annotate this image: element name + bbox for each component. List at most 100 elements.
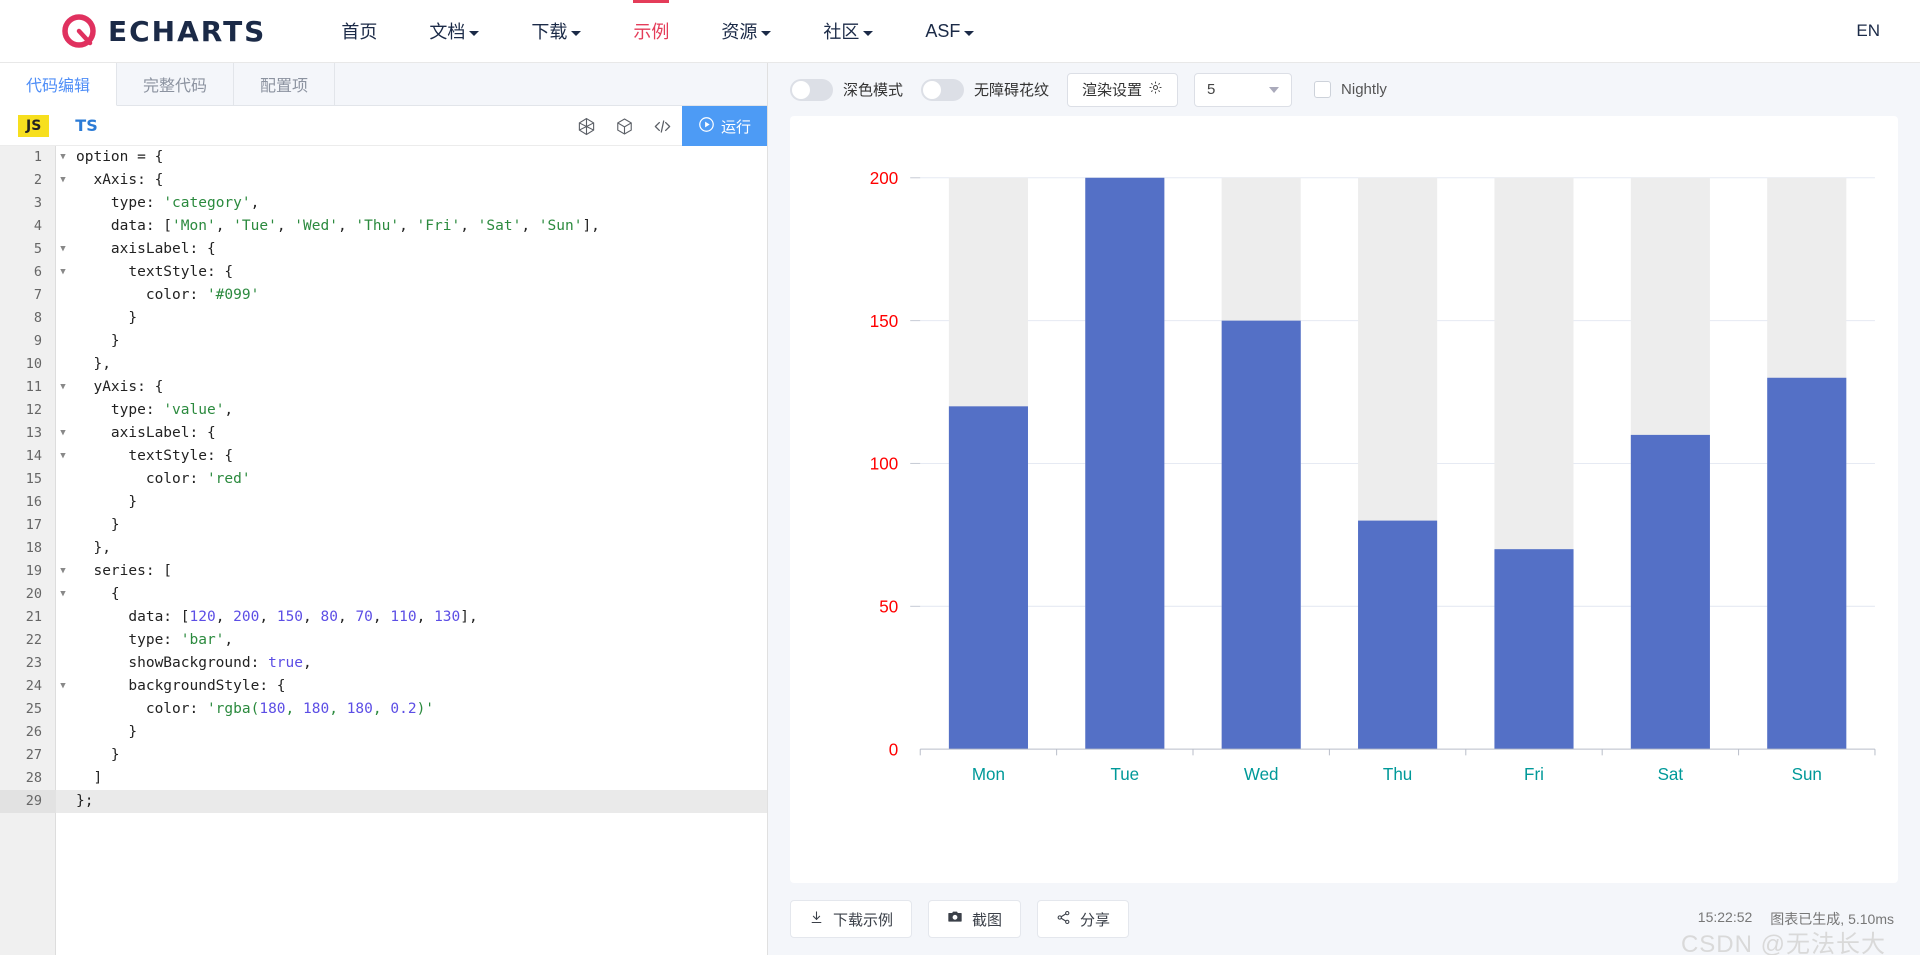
code-text: xAxis: { — [76, 172, 164, 188]
version-select[interactable]: 5 — [1194, 72, 1293, 107]
code-brackets-icon[interactable] — [644, 106, 682, 146]
nav-item-asf[interactable]: ASF — [925, 0, 975, 63]
code-line[interactable]: 3 type: 'category', — [0, 192, 767, 215]
chevron-down-icon — [964, 30, 975, 36]
code-line[interactable]: 13 ▼ axisLabel: { — [0, 422, 767, 445]
screenshot-button[interactable]: 截图 — [928, 900, 1022, 938]
code-line[interactable]: 18 }, — [0, 537, 767, 560]
code-line[interactable]: 2 ▼ xAxis: { — [0, 169, 767, 192]
play-circle-icon — [698, 116, 715, 137]
nightly-checkbox-wrapper[interactable]: Nightly — [1314, 81, 1387, 98]
nav-label: 下载 — [531, 22, 568, 42]
bar-Sat[interactable] — [1630, 434, 1710, 750]
bar-chart: Mon Tue Wed Thu Fri Sat Sun 0 50 100 150 200 — [870, 168, 1876, 784]
camera-icon — [947, 909, 963, 929]
x-axis-label-Wed: Wed — [1244, 764, 1279, 784]
code-line[interactable]: 11 ▼ yAxis: { — [0, 376, 767, 399]
language-switch-button[interactable]: EN — [1856, 21, 1880, 41]
code-line[interactable]: 17 } — [0, 514, 767, 537]
code-text: data: ['Mon', 'Tue', 'Wed', 'Thu', 'Fri'… — [76, 218, 600, 234]
nav-item-community[interactable]: 社区 — [823, 0, 874, 63]
fold-toggle-icon[interactable]: ▼ — [56, 238, 70, 261]
code-line[interactable]: 14 ▼ textStyle: { — [0, 445, 767, 468]
code-line[interactable]: 5 ▼ axisLabel: { — [0, 238, 767, 261]
dark-mode-toggle[interactable] — [790, 78, 833, 101]
y-axis-label-0: 0 — [889, 739, 898, 759]
line-number: 29 — [0, 790, 56, 813]
nav-item-examples[interactable]: 示例 — [633, 0, 670, 63]
tab-full-code[interactable]: 完整代码 — [117, 63, 235, 105]
nav-item-resources[interactable]: 资源 — [721, 0, 772, 63]
fold-toggle-icon[interactable]: ▼ — [56, 560, 70, 583]
code-line[interactable]: 27 } — [0, 744, 767, 767]
code-line[interactable]: 28 ] — [0, 767, 767, 790]
code-line[interactable]: 7 color: '#099' — [0, 284, 767, 307]
tab-option[interactable]: 配置项 — [234, 63, 336, 105]
fold-toggle-icon[interactable]: ▼ — [56, 261, 70, 284]
y-axis-label-100: 100 — [870, 453, 898, 473]
main-content: 代码编辑 完整代码 配置项 JS TS 运行 1 ▼ option = {2 … — [0, 63, 1920, 955]
bar-Wed[interactable] — [1221, 320, 1301, 750]
code-line[interactable]: 16 } — [0, 491, 767, 514]
code-line[interactable]: 26 } — [0, 721, 767, 744]
fold-toggle-icon[interactable]: ▼ — [56, 445, 70, 468]
code-text: } — [76, 494, 138, 510]
fold-toggle-icon[interactable]: ▼ — [56, 146, 70, 169]
fold-toggle-icon[interactable]: ▼ — [56, 169, 70, 192]
preview-panel: 深色模式 无障碍花纹 渲染设置 5 Nightly Mon Tue Wed Th… — [768, 63, 1920, 955]
brand-logo-link[interactable]: ECHARTS — [60, 12, 266, 50]
download-icon — [809, 910, 824, 929]
nav-item-home[interactable]: 首页 — [341, 0, 377, 63]
code-line[interactable]: 22 type: 'bar', — [0, 629, 767, 652]
fold-toggle-icon[interactable]: ▼ — [56, 675, 70, 698]
code-line[interactable]: 9 } — [0, 330, 767, 353]
download-example-button[interactable]: 下载示例 — [790, 900, 913, 938]
render-settings-button[interactable]: 渲染设置 — [1067, 72, 1179, 107]
code-text: type: 'category', — [76, 195, 260, 211]
code-editor-area[interactable]: 1 ▼ option = {2 ▼ xAxis: {3 type: 'category… — [0, 146, 767, 955]
code-line[interactable]: 20 ▼ { — [0, 583, 767, 606]
bar-Sun[interactable] — [1767, 377, 1847, 750]
code-line[interactable]: 4 data: ['Mon', 'Tue', 'Wed', 'Thu', 'Fr… — [0, 215, 767, 238]
code-text: textStyle: { — [76, 264, 234, 280]
code-lines: 1 ▼ option = {2 ▼ xAxis: {3 type: 'category… — [0, 146, 767, 813]
code-line[interactable]: 25 color: 'rgba(180, 180, 180, 0.2)' — [0, 698, 767, 721]
render-settings-label: 渲染设置 — [1082, 82, 1143, 99]
fold-toggle-icon[interactable]: ▼ — [56, 583, 70, 606]
code-line[interactable]: 19 ▼ series: [ — [0, 560, 767, 583]
fold-toggle-icon[interactable]: ▼ — [56, 422, 70, 445]
code-line[interactable]: 12 type: 'value', — [0, 399, 767, 422]
nightly-label: Nightly — [1341, 81, 1387, 98]
code-line[interactable]: 8 } — [0, 307, 767, 330]
bar-Fri[interactable] — [1494, 549, 1574, 750]
share-button[interactable]: 分享 — [1037, 900, 1130, 938]
run-button[interactable]: 运行 — [681, 106, 767, 146]
code-line[interactable]: 29}; — [0, 790, 767, 813]
cube-wire-icon[interactable] — [568, 106, 606, 146]
code-line[interactable]: 6 ▼ textStyle: { — [0, 261, 767, 284]
bar-Mon[interactable] — [948, 406, 1028, 750]
code-line[interactable]: 23 showBackground: true, — [0, 652, 767, 675]
language-js-button[interactable]: JS — [18, 114, 50, 137]
cube-icon[interactable] — [606, 106, 644, 146]
bar-Thu[interactable] — [1358, 520, 1438, 750]
nav-item-docs[interactable]: 文档 — [429, 0, 480, 63]
accessibility-pattern-toggle[interactable] — [921, 78, 965, 101]
line-number: 4 — [33, 218, 42, 234]
fold-toggle-icon[interactable]: ▼ — [56, 376, 70, 399]
code-line[interactable]: 21 data: [120, 200, 150, 80, 70, 110, 13… — [0, 606, 767, 629]
code-line[interactable]: 24 ▼ backgroundStyle: { — [0, 675, 767, 698]
code-text: } — [76, 747, 120, 763]
code-line[interactable]: 1 ▼ option = { — [0, 146, 767, 169]
language-ts-button[interactable]: TS — [75, 116, 97, 135]
nav-item-download[interactable]: 下载 — [531, 0, 582, 63]
nav-label: 文档 — [429, 22, 466, 42]
code-line[interactable]: 15 color: 'red' — [0, 468, 767, 491]
echarts-logo-icon — [60, 12, 98, 50]
tab-code-edit[interactable]: 代码编辑 — [0, 63, 118, 106]
code-text: }; — [76, 793, 94, 809]
code-line[interactable]: 10 }, — [0, 353, 767, 376]
bar-Tue[interactable] — [1085, 177, 1165, 750]
nightly-checkbox[interactable] — [1314, 81, 1332, 98]
chart-container[interactable]: Mon Tue Wed Thu Fri Sat Sun 0 50 100 150 200 — [790, 116, 1898, 883]
